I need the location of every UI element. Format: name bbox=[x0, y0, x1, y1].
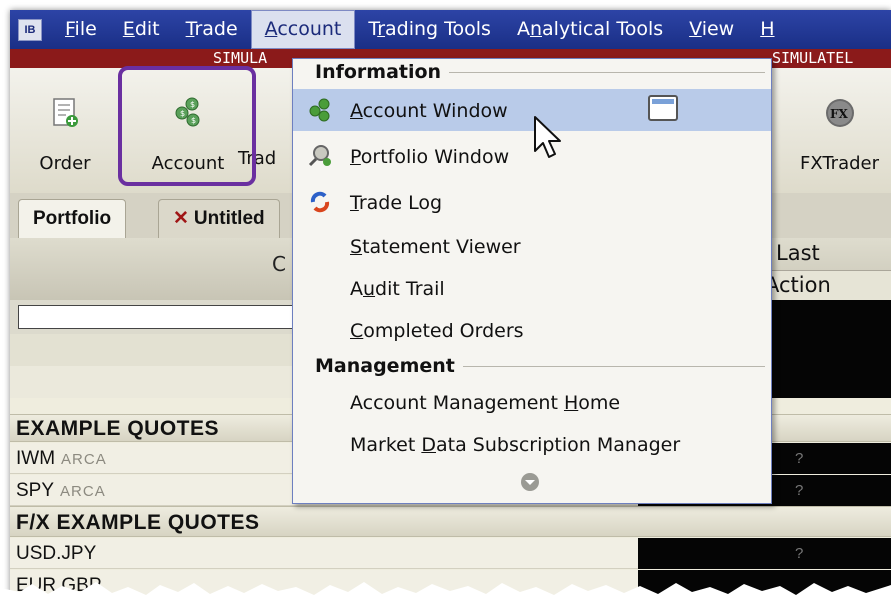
portfolio-magnifier-icon bbox=[308, 145, 331, 167]
menu-trading-tools[interactable]: Trading Tools bbox=[355, 10, 504, 49]
menu-file[interactable]: File bbox=[52, 10, 110, 49]
screenshot-frame: IB File Edit Trade Account Trading Tools… bbox=[0, 0, 891, 604]
menu-item-trade-log[interactable]: Trade Log bbox=[293, 181, 771, 223]
symbol-entry-input[interactable] bbox=[18, 305, 320, 329]
menu-item-account-management-home[interactable]: Account Management Home bbox=[293, 381, 771, 423]
menu-item-account-window[interactable]: Account Window bbox=[293, 89, 771, 131]
menu-item-completed-orders[interactable]: Completed Orders bbox=[293, 309, 771, 351]
tws-window: IB File Edit Trade Account Trading Tools… bbox=[10, 10, 891, 604]
trade-log-arrows-icon bbox=[310, 191, 330, 213]
column-last[interactable]: Last bbox=[776, 241, 820, 265]
fxtrader-button[interactable]: FX FXTrader bbox=[788, 74, 891, 184]
menu-item-label: Statement Viewer bbox=[350, 236, 521, 258]
fx-icon-text: FX bbox=[830, 107, 849, 121]
information-header: Information bbox=[315, 61, 765, 83]
menu-item-label: Market Data Subscription Manager bbox=[350, 434, 681, 456]
menu-help[interactable]: H bbox=[747, 10, 787, 49]
account-coins-icon bbox=[309, 98, 330, 122]
unknown-value: ? bbox=[795, 545, 804, 562]
menu-item-statement-viewer[interactable]: Statement Viewer bbox=[293, 225, 771, 267]
symbol: IWM bbox=[16, 448, 56, 469]
column-action[interactable]: Action bbox=[758, 270, 891, 300]
mouse-cursor-icon bbox=[534, 116, 561, 158]
menu-item-audit-trail[interactable]: Audit Trail bbox=[293, 267, 771, 309]
account-highlight-box bbox=[118, 66, 256, 186]
tab-portfolio-label: Portfolio bbox=[33, 208, 112, 229]
order-button-label: Order bbox=[39, 153, 91, 174]
menu-edit[interactable]: Edit bbox=[110, 10, 173, 49]
fx-icon: FX bbox=[825, 99, 854, 127]
order-document-icon bbox=[53, 98, 78, 127]
unknown-value: ? bbox=[795, 450, 804, 467]
exchange: ARCA bbox=[60, 483, 106, 500]
management-header: Management bbox=[315, 355, 765, 377]
menu-trade[interactable]: Trade bbox=[173, 10, 251, 49]
tab-untitled[interactable]: ✕ Untitled bbox=[158, 199, 280, 238]
account-menu-dropdown: Information Account Window Portfolio Win… bbox=[292, 58, 772, 504]
chevron-down-icon[interactable] bbox=[519, 471, 541, 493]
menu-view[interactable]: View bbox=[676, 10, 747, 49]
fxtrader-button-label: FXTrader bbox=[799, 153, 880, 174]
menu-item-label: Audit Trail bbox=[350, 278, 445, 300]
column-header-partial: C bbox=[272, 252, 286, 276]
menu-item-portfolio-window[interactable]: Portfolio Window bbox=[293, 135, 771, 177]
order-button[interactable]: Order bbox=[28, 74, 102, 184]
menu-item-market-data-subscription-manager[interactable]: Market Data Subscription Manager bbox=[293, 423, 771, 465]
tab-untitled-label: Untitled bbox=[193, 208, 265, 229]
menu-item-label: Account Management Home bbox=[350, 392, 621, 414]
symbol: USD.JPY bbox=[16, 543, 97, 564]
torn-edge-decoration bbox=[0, 582, 891, 604]
exchange: ARCA bbox=[61, 451, 107, 468]
menu-account[interactable]: Account bbox=[250, 10, 356, 49]
close-icon[interactable]: ✕ bbox=[173, 208, 189, 229]
menu-item-label: Account Window bbox=[350, 100, 508, 122]
menu-bar: IB File Edit Trade Account Trading Tools… bbox=[10, 10, 891, 49]
section-header[interactable]: F/X EXAMPLE QUOTES bbox=[10, 506, 891, 537]
simulated-label-right: SIMULATEL bbox=[772, 49, 854, 67]
table-row[interactable]: USD.JPY ? bbox=[10, 538, 891, 569]
ib-logo-icon: IB bbox=[18, 18, 42, 41]
unknown-value: ? bbox=[795, 482, 804, 499]
menu-item-label: Completed Orders bbox=[350, 320, 524, 342]
tab-portfolio[interactable]: Portfolio bbox=[18, 199, 127, 238]
menu-analytical-tools[interactable]: Analytical Tools bbox=[504, 10, 676, 49]
open-window-icon[interactable] bbox=[648, 95, 678, 121]
menu-item-label: Portfolio Window bbox=[350, 146, 510, 168]
menu-item-label: Trade Log bbox=[350, 192, 443, 214]
symbol: SPY bbox=[16, 480, 55, 501]
